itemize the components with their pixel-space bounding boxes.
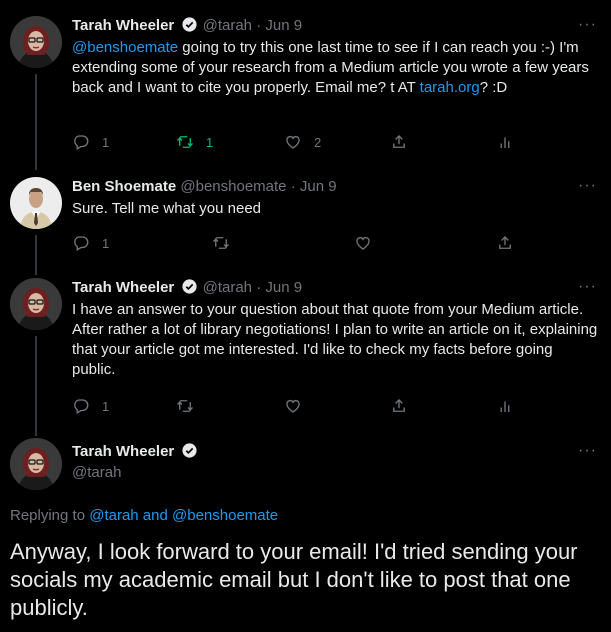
verified-icon xyxy=(181,16,198,33)
reply-button[interactable]: 1 xyxy=(72,131,109,153)
reply-count: 1 xyxy=(102,134,110,150)
author-handle[interactable]: @tarah xyxy=(72,464,121,481)
more-options-button[interactable]: ··· xyxy=(578,177,597,195)
reply-count: 1 xyxy=(102,398,110,414)
reply-icon xyxy=(72,397,90,415)
tweet-text: I have an answer to your question about … xyxy=(72,301,598,378)
heart-icon xyxy=(284,397,302,415)
analytics-button[interactable] xyxy=(496,395,514,417)
action-bar: 1 xyxy=(72,395,532,417)
tweet-header: Tarah Wheeler @tarah · Jun 9 xyxy=(72,278,302,298)
replying-and: and xyxy=(138,507,173,524)
tweet-header: Ben Shoemate @benshoemate · Jun 9 xyxy=(72,177,337,197)
share-button[interactable] xyxy=(390,395,408,417)
author-handle[interactable]: @tarah xyxy=(203,279,252,296)
tweet-text: Sure. Tell me what you need xyxy=(72,200,262,217)
action-bar: 1 1 2 xyxy=(72,131,532,153)
retweet-button[interactable] xyxy=(212,232,230,254)
reply-user-link[interactable]: @tarah xyxy=(89,507,138,524)
tweet-text-part: ? :D xyxy=(479,79,508,96)
author-handle[interactable]: @tarah xyxy=(203,17,252,34)
avatar[interactable] xyxy=(10,278,62,330)
share-icon xyxy=(496,234,514,252)
share-icon xyxy=(390,133,408,151)
heart-icon xyxy=(284,133,302,151)
tweet-date[interactable]: Jun 9 xyxy=(265,279,302,296)
tweet-date[interactable]: Jun 9 xyxy=(265,17,302,34)
more-options-button[interactable]: ··· xyxy=(578,278,597,296)
thread-line xyxy=(35,235,37,275)
retweet-icon xyxy=(176,397,194,415)
avatar[interactable] xyxy=(10,438,62,490)
avatar[interactable] xyxy=(10,16,62,68)
more-options-button[interactable]: ··· xyxy=(578,442,597,460)
mention-link[interactable]: @benshoemate xyxy=(72,39,178,56)
action-bar: 1 xyxy=(72,232,532,254)
reply-user-link[interactable]: @benshoemate xyxy=(172,507,278,524)
retweet-icon xyxy=(212,234,230,252)
author-name[interactable]: Tarah Wheeler xyxy=(72,443,174,460)
author-name[interactable]: Tarah Wheeler xyxy=(72,279,174,296)
separator: · xyxy=(256,17,262,34)
retweet-button[interactable]: 1 xyxy=(176,131,213,153)
tweet-date[interactable]: Jun 9 xyxy=(300,178,337,195)
author-handle-row: @tarah xyxy=(72,463,121,483)
like-button[interactable]: 2 xyxy=(284,131,321,153)
reply-button[interactable]: 1 xyxy=(72,395,109,417)
url-link[interactable]: tarah.org xyxy=(420,79,480,96)
like-button[interactable] xyxy=(284,395,302,417)
share-icon xyxy=(390,397,408,415)
replying-prefix: Replying to xyxy=(10,507,90,524)
like-button[interactable] xyxy=(354,232,372,254)
thread-line xyxy=(35,336,37,436)
author-name[interactable]: Ben Shoemate xyxy=(72,178,176,195)
verified-icon xyxy=(181,442,198,459)
avatar[interactable] xyxy=(10,177,62,229)
retweet-button[interactable] xyxy=(176,395,194,417)
separator: · xyxy=(256,279,262,296)
separator: · xyxy=(290,178,296,195)
replying-to: Replying to @tarah and @benshoemate xyxy=(10,507,278,524)
reply-button[interactable]: 1 xyxy=(72,232,109,254)
tweet-header: Tarah Wheeler xyxy=(72,442,198,462)
reply-icon xyxy=(72,234,90,252)
more-options-button[interactable]: ··· xyxy=(578,16,597,34)
like-count: 2 xyxy=(314,134,322,150)
tweet-text: @benshoemate going to try this one last … xyxy=(72,38,600,98)
heart-icon xyxy=(354,234,372,252)
share-button[interactable] xyxy=(390,131,408,153)
reply-count: 1 xyxy=(102,235,110,251)
tweet-header: Tarah Wheeler @tarah · Jun 9 xyxy=(72,16,302,36)
author-handle[interactable]: @benshoemate xyxy=(180,178,286,195)
analytics-icon xyxy=(496,133,514,151)
verified-icon xyxy=(181,278,198,295)
share-button[interactable] xyxy=(496,232,514,254)
author-name[interactable]: Tarah Wheeler xyxy=(72,17,174,34)
analytics-button[interactable] xyxy=(496,131,514,153)
reply-icon xyxy=(72,133,90,151)
main-tweet-text: Anyway, I look forward to your email! I'… xyxy=(10,539,578,620)
thread-line xyxy=(35,74,37,170)
retweet-count: 1 xyxy=(206,134,214,150)
retweet-icon xyxy=(176,133,194,151)
analytics-icon xyxy=(496,397,514,415)
